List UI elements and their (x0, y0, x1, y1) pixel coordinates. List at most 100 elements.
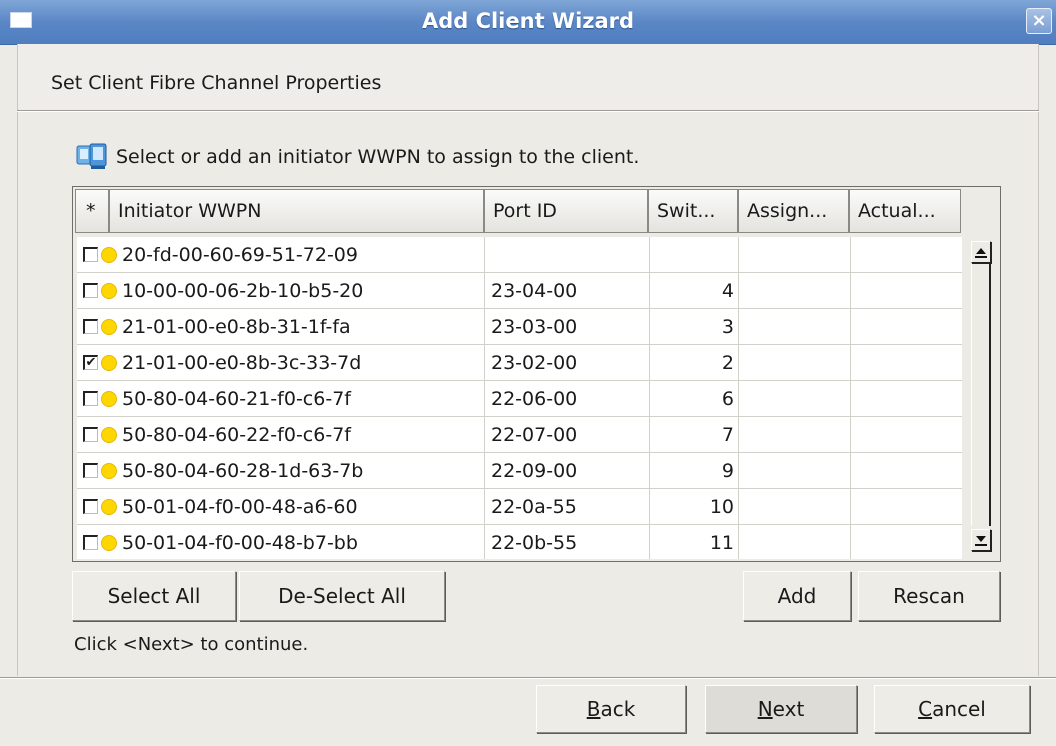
select-all-button[interactable]: Select All (72, 571, 236, 621)
switch-cell: 3 (650, 309, 739, 344)
instruction-row: Select or add an initiator WWPN to assig… (76, 140, 639, 174)
table-header: * Initiator WWPN Port ID Swit... Assign.… (75, 189, 961, 233)
row-checkbox[interactable] (83, 319, 98, 334)
row-checkbox[interactable] (83, 247, 98, 262)
wwpn-text: 50-01-04-f0-00-48-a6-60 (122, 495, 358, 518)
wwpn-cell: 50-01-04-f0-00-48-a6-60 (77, 489, 485, 524)
cancel-mnemonic: C (918, 697, 933, 721)
wwpn-cell: ✔ 21-01-00-e0-8b-3c-33-7d (77, 345, 485, 380)
row-checkbox[interactable] (83, 283, 98, 298)
port-id-cell: 22-09-00 (485, 453, 650, 488)
actual-cell (851, 453, 962, 488)
scroll-up-button[interactable] (971, 241, 991, 263)
wwpn-cell: 50-80-04-60-28-1d-63-7b (77, 453, 485, 488)
scroll-track[interactable] (971, 264, 991, 526)
table-body: 20-fd-00-60-69-51-72-09 10-00-00-06-2b-1… (77, 237, 962, 559)
port-id-cell: 23-04-00 (485, 273, 650, 308)
assigned-cell (739, 489, 851, 524)
rescan-button[interactable]: Rescan (858, 571, 1000, 621)
arrow-down-icon (975, 536, 987, 546)
cancel-button[interactable]: Cancel (874, 685, 1030, 733)
port-id-cell: 22-06-00 (485, 381, 650, 416)
column-header-port-id[interactable]: Port ID (484, 189, 648, 233)
wwpn-text: 50-80-04-60-22-f0-c6-7f (122, 423, 351, 446)
port-id-cell: 22-07-00 (485, 417, 650, 452)
status-dot-icon (101, 282, 117, 299)
actual-cell (851, 417, 962, 452)
port-id-cell (485, 237, 650, 272)
status-dot-icon (101, 246, 117, 263)
network-computer-icon (76, 143, 108, 171)
switch-cell: 6 (650, 381, 739, 416)
wwpn-text: 21-01-00-e0-8b-3c-33-7d (122, 351, 362, 374)
assigned-cell (739, 309, 851, 344)
wwpn-cell: 20-fd-00-60-69-51-72-09 (77, 237, 485, 272)
wwpn-text: 10-00-00-06-2b-10-b5-20 (122, 279, 364, 302)
port-id-cell: 23-03-00 (485, 309, 650, 344)
table-row[interactable]: ✔ 21-01-00-e0-8b-3c-33-7d 23-02-00 2 (77, 345, 962, 381)
close-button[interactable]: × (1026, 8, 1052, 34)
status-dot-icon (101, 426, 117, 443)
assigned-cell (739, 453, 851, 488)
status-dot-icon (101, 354, 117, 371)
deselect-all-button[interactable]: De-Select All (239, 571, 445, 621)
arrow-up-icon (975, 248, 987, 258)
row-checkbox[interactable] (83, 499, 98, 514)
column-header-select[interactable]: * (75, 189, 109, 233)
wwpn-cell: 50-80-04-60-22-f0-c6-7f (77, 417, 485, 452)
actual-cell (851, 381, 962, 416)
switch-cell: 4 (650, 273, 739, 308)
port-id-cell: 22-0a-55 (485, 489, 650, 524)
next-button[interactable]: Next (705, 685, 857, 733)
table-row[interactable]: 50-80-04-60-28-1d-63-7b 22-09-00 9 (77, 453, 962, 489)
scroll-down-button[interactable] (971, 529, 991, 551)
wwpn-cell: 50-01-04-f0-00-48-b7-bb (77, 525, 485, 559)
status-dot-icon (101, 462, 117, 479)
assigned-cell (739, 273, 851, 308)
wwpn-text: 50-80-04-60-21-f0-c6-7f (122, 387, 351, 410)
column-header-assigned[interactable]: Assign... (738, 189, 849, 233)
row-checkbox[interactable] (83, 391, 98, 406)
column-header-wwpn[interactable]: Initiator WWPN (109, 189, 484, 233)
vertical-scrollbar[interactable] (966, 237, 996, 559)
title-bar[interactable]: Add Client Wizard × (0, 0, 1056, 45)
table-row[interactable]: 50-01-04-f0-00-48-b7-bb 22-0b-55 11 (77, 525, 962, 559)
switch-cell: 2 (650, 345, 739, 380)
actual-cell (851, 237, 962, 272)
wwpn-cell: 50-80-04-60-21-f0-c6-7f (77, 381, 485, 416)
wizard-header: Set Client Fibre Channel Properties (17, 44, 1039, 110)
table-row[interactable]: 50-80-04-60-21-f0-c6-7f 22-06-00 6 (77, 381, 962, 417)
row-checkbox[interactable] (83, 463, 98, 478)
add-button[interactable]: Add (743, 571, 851, 621)
wizard-step-title: Set Client Fibre Channel Properties (51, 72, 382, 94)
row-checkbox[interactable] (83, 535, 98, 550)
column-header-actual[interactable]: Actual... (849, 189, 961, 233)
assigned-cell (739, 237, 851, 272)
table-row[interactable]: 50-80-04-60-22-f0-c6-7f 22-07-00 7 (77, 417, 962, 453)
status-dot-icon (101, 390, 117, 407)
wwpn-text: 20-fd-00-60-69-51-72-09 (122, 243, 358, 266)
cancel-label: ancel (932, 697, 986, 721)
initiator-table[interactable]: * Initiator WWPN Port ID Swit... Assign.… (72, 186, 1001, 562)
instruction-text: Select or add an initiator WWPN to assig… (116, 146, 640, 168)
wwpn-text: 21-01-00-e0-8b-31-1f-fa (122, 315, 351, 338)
table-row[interactable]: 10-00-00-06-2b-10-b5-20 23-04-00 4 (77, 273, 962, 309)
switch-cell: 7 (650, 417, 739, 452)
status-dot-icon (101, 534, 117, 551)
table-row[interactable]: 50-01-04-f0-00-48-a6-60 22-0a-55 10 (77, 489, 962, 525)
column-header-switch[interactable]: Swit... (648, 189, 738, 233)
back-button[interactable]: Back (536, 685, 686, 733)
actual-cell (851, 345, 962, 380)
assigned-cell (739, 381, 851, 416)
table-row[interactable]: 20-fd-00-60-69-51-72-09 (77, 237, 962, 273)
window-title: Add Client Wizard (421, 9, 635, 33)
assigned-cell (739, 417, 851, 452)
row-checkbox[interactable]: ✔ (83, 355, 98, 370)
row-checkbox[interactable] (83, 427, 98, 442)
next-mnemonic: N (757, 697, 773, 721)
status-dot-icon (101, 318, 117, 335)
switch-cell: 11 (650, 525, 739, 559)
wwpn-cell: 21-01-00-e0-8b-31-1f-fa (77, 309, 485, 344)
actual-cell (851, 309, 962, 344)
table-row[interactable]: 21-01-00-e0-8b-31-1f-fa 23-03-00 3 (77, 309, 962, 345)
